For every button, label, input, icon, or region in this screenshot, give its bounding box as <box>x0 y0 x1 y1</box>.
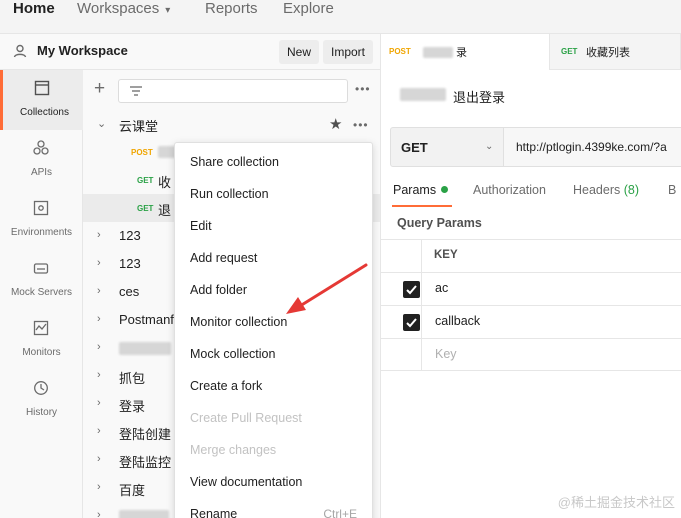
annotation-arrow <box>286 263 368 314</box>
postman-app: Home Workspaces ▾ Reports Explore My Work… <box>0 0 681 518</box>
watermark: @稀土掘金技术社区 <box>557 495 675 510</box>
